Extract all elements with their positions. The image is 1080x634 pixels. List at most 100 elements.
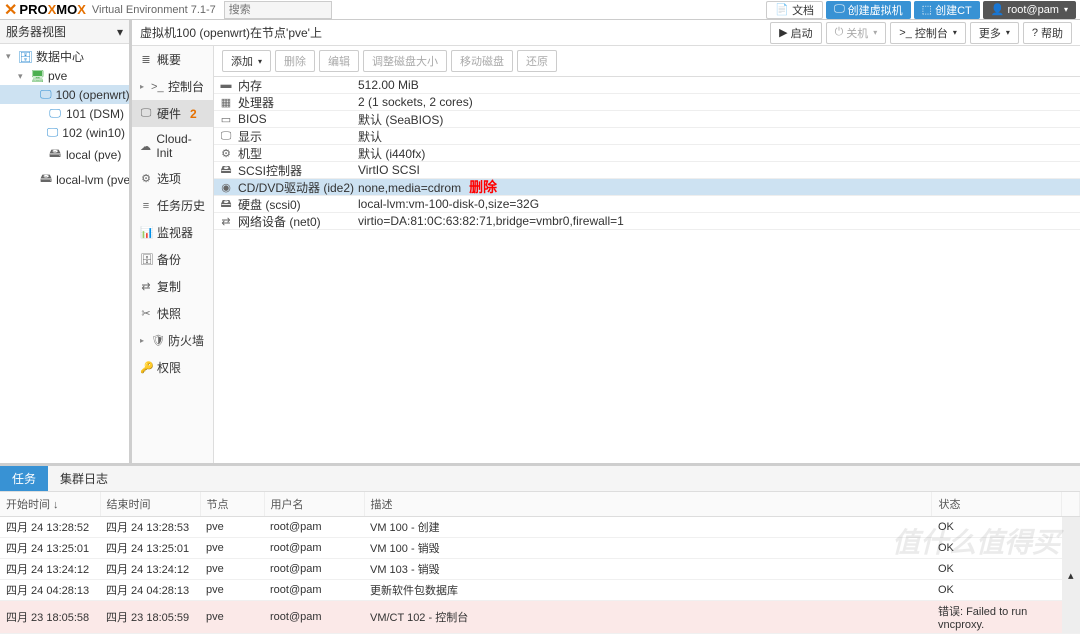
side-tab--[interactable]: ⚙选项 bbox=[132, 165, 213, 192]
monitor-icon: 🖵 bbox=[834, 3, 845, 16]
console-button[interactable]: >_控制台 bbox=[890, 22, 966, 44]
edit-button[interactable]: 编辑 bbox=[319, 50, 359, 72]
hw-name: 硬盘 (scsi0) bbox=[238, 196, 358, 213]
log-row[interactable]: 四月 24 13:28:52四月 24 13:28:53pveroot@pamV… bbox=[0, 517, 1080, 538]
tree-item-pve[interactable]: ▾🖥pve bbox=[0, 67, 129, 85]
log-row[interactable]: 四月 23 18:05:58四月 23 18:05:59pveroot@pamV… bbox=[0, 601, 1080, 634]
tab-label: 复制 bbox=[157, 278, 181, 295]
tab-label: 硬件 bbox=[157, 105, 181, 122]
cell-desc: VM 100 - 创建 bbox=[364, 517, 932, 538]
revert-button[interactable]: 还原 bbox=[517, 50, 557, 72]
user-menu-button[interactable]: 👤root@pam bbox=[983, 1, 1076, 19]
cell-desc: 更新软件包数据库 bbox=[364, 580, 932, 601]
create-vm-button[interactable]: 🖵创建虚拟机 bbox=[826, 1, 911, 19]
help-button[interactable]: ?帮助 bbox=[1023, 22, 1072, 44]
tree-item--[interactable]: ▾🗄数据中心 bbox=[0, 46, 129, 67]
hw-value: local-lvm:vm-100-disk-0,size=32G bbox=[358, 197, 1080, 211]
resource-tree-panel: 服务器视图 ▾ ▾🗄数据中心▾🖥pve🖵100 (openwrt)1🖵101 (… bbox=[0, 20, 132, 463]
tree-item-local-pve-[interactable]: 🖴local (pve) bbox=[0, 142, 129, 167]
resource-tree: ▾🗄数据中心▾🖥pve🖵100 (openwrt)1🖵101 (DSM)🖵102… bbox=[0, 44, 129, 463]
hardware-panel: 添加 删除 编辑 调整磁盘大小 移动磁盘 还原 ▬内存512.00 MiB▦处理… bbox=[214, 46, 1080, 463]
side-tab--[interactable]: ≡任务历史 bbox=[132, 192, 213, 219]
log-row[interactable]: 四月 24 13:24:12四月 24 13:24:12pveroot@pamV… bbox=[0, 559, 1080, 580]
cell-user: root@pam bbox=[264, 580, 364, 601]
move-disk-button[interactable]: 移动磁盘 bbox=[451, 50, 513, 72]
side-tab--[interactable]: ≣概要 bbox=[132, 46, 213, 73]
tab-label: 任务历史 bbox=[157, 197, 205, 214]
tab-icon: >_ bbox=[151, 81, 163, 93]
hw-icon: ▭ bbox=[214, 113, 238, 126]
hw-name: SCSI控制器 bbox=[238, 162, 358, 179]
docs-button[interactable]: 📄文档 bbox=[766, 1, 823, 19]
create-ct-button[interactable]: ⬚创建CT bbox=[914, 1, 980, 19]
chevron-right-icon: ▸ bbox=[140, 82, 144, 91]
col-node[interactable]: 节点 bbox=[200, 492, 264, 517]
side-tab--[interactable]: ⇄复制 bbox=[132, 273, 213, 300]
col-start[interactable]: 开始时间 ↓ bbox=[0, 492, 100, 517]
tree-item-local-lvm-pve-[interactable]: 🖴local-lvm (pve) bbox=[0, 167, 129, 192]
start-button[interactable]: ▶启动 bbox=[770, 22, 821, 44]
col-desc[interactable]: 描述 bbox=[364, 492, 932, 517]
hw-row[interactable]: ▬内存512.00 MiB bbox=[214, 77, 1080, 94]
hw-value: virtio=DA:81:0C:63:82:71,bridge=vmbr0,fi… bbox=[358, 214, 1080, 228]
logo-x-icon: ✕ bbox=[4, 0, 17, 20]
hw-icon: ⚙ bbox=[214, 147, 238, 160]
side-tab--[interactable]: ✂快照 bbox=[132, 300, 213, 327]
chevron-right-icon: ▸ bbox=[140, 336, 144, 345]
remove-button[interactable]: 删除 bbox=[275, 50, 315, 72]
side-tab--[interactable]: 🖵硬件2 bbox=[132, 100, 213, 127]
breadcrumb: 虚拟机100 (openwrt)在节点'pve'上 bbox=[140, 24, 322, 41]
hw-row[interactable]: ◉CD/DVD驱动器 (ide2)none,media=cdrom删除 bbox=[214, 179, 1080, 196]
hw-row[interactable]: ▭BIOS默认 (SeaBIOS) bbox=[214, 111, 1080, 128]
col-end[interactable]: 结束时间 bbox=[100, 492, 200, 517]
add-button[interactable]: 添加 bbox=[222, 50, 271, 72]
tree-arrow-icon: ▾ bbox=[6, 51, 14, 62]
tab-icon: ⚙ bbox=[140, 172, 152, 185]
tree-label: 100 (openwrt) bbox=[56, 88, 129, 102]
tree-node-icon: 🖴 bbox=[48, 144, 62, 165]
tab-icon: 🖵 bbox=[140, 107, 152, 120]
side-tab-cloud-init[interactable]: ☁Cloud-Init bbox=[132, 127, 213, 165]
search-input[interactable] bbox=[224, 1, 332, 19]
side-tab--[interactable]: 🗄备份 bbox=[132, 246, 213, 273]
col-user[interactable]: 用户名 bbox=[264, 492, 364, 517]
search-box bbox=[224, 1, 332, 19]
tree-item-101-dsm-[interactable]: 🖵101 (DSM) bbox=[0, 104, 129, 123]
hw-row[interactable]: 🖵显示默认 bbox=[214, 128, 1080, 145]
cell-user: root@pam bbox=[264, 517, 364, 538]
hw-row[interactable]: ▦处理器2 (1 sockets, 2 cores) bbox=[214, 94, 1080, 111]
hw-name: 网络设备 (net0) bbox=[238, 213, 358, 230]
view-selector[interactable]: 服务器视图 ▾ bbox=[0, 20, 129, 44]
hw-icon: 🖴 bbox=[214, 195, 238, 214]
resize-disk-button[interactable]: 调整磁盘大小 bbox=[363, 50, 447, 72]
cell-status: OK bbox=[932, 580, 1062, 601]
side-tab--[interactable]: 🔑权限 bbox=[132, 354, 213, 381]
tree-item-102-win10-[interactable]: 🖵102 (win10) bbox=[0, 123, 129, 142]
hardware-list: ▬内存512.00 MiB▦处理器2 (1 sockets, 2 cores)▭… bbox=[214, 77, 1080, 463]
hw-row[interactable]: 🖴硬盘 (scsi0)local-lvm:vm-100-disk-0,size=… bbox=[214, 196, 1080, 213]
scroll-indicator[interactable]: ▴ bbox=[1062, 517, 1080, 634]
hw-row[interactable]: ⇄网络设备 (net0)virtio=DA:81:0C:63:82:71,bri… bbox=[214, 213, 1080, 230]
tree-item-100-openwrt-[interactable]: 🖵100 (openwrt)1 bbox=[0, 85, 129, 104]
tab-icon: ☁ bbox=[140, 140, 151, 153]
col-status[interactable]: 状态 bbox=[932, 492, 1062, 517]
cell-start: 四月 24 13:24:12 bbox=[0, 559, 100, 580]
hw-icon: ▬ bbox=[214, 79, 238, 91]
hw-row[interactable]: ⚙机型默认 (i440fx) bbox=[214, 145, 1080, 162]
tab-tasks[interactable]: 任务 bbox=[0, 466, 48, 491]
hw-icon: ⇄ bbox=[214, 215, 238, 228]
tree-label: 数据中心 bbox=[36, 48, 84, 65]
log-row[interactable]: 四月 24 04:28:13四月 24 04:28:13pveroot@pam更… bbox=[0, 580, 1080, 601]
cell-status: OK bbox=[932, 517, 1062, 538]
cell-desc: VM 103 - 销毁 bbox=[364, 559, 932, 580]
cell-user: root@pam bbox=[264, 538, 364, 559]
hw-name: CD/DVD驱动器 (ide2) bbox=[238, 179, 358, 196]
more-button[interactable]: 更多 bbox=[970, 22, 1019, 44]
delete-annotation: 删除 bbox=[469, 179, 497, 195]
shutdown-button[interactable]: ⏻关机 bbox=[826, 22, 887, 44]
side-tab--[interactable]: ▸🛡防火墙 bbox=[132, 327, 213, 354]
side-tab--[interactable]: ▸>_控制台 bbox=[132, 73, 213, 100]
log-row[interactable]: 四月 24 13:25:01四月 24 13:25:01pveroot@pamV… bbox=[0, 538, 1080, 559]
side-tab--[interactable]: 📊监视器 bbox=[132, 219, 213, 246]
tab-cluster-log[interactable]: 集群日志 bbox=[48, 466, 120, 491]
